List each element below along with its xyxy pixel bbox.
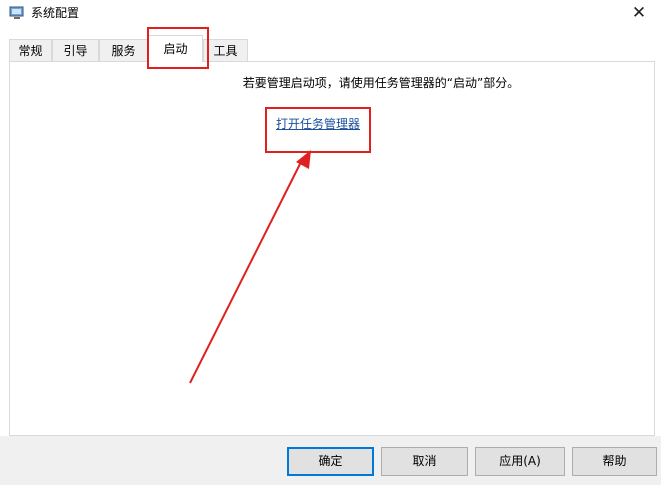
annotation-arrow-icon: [189, 150, 311, 384]
